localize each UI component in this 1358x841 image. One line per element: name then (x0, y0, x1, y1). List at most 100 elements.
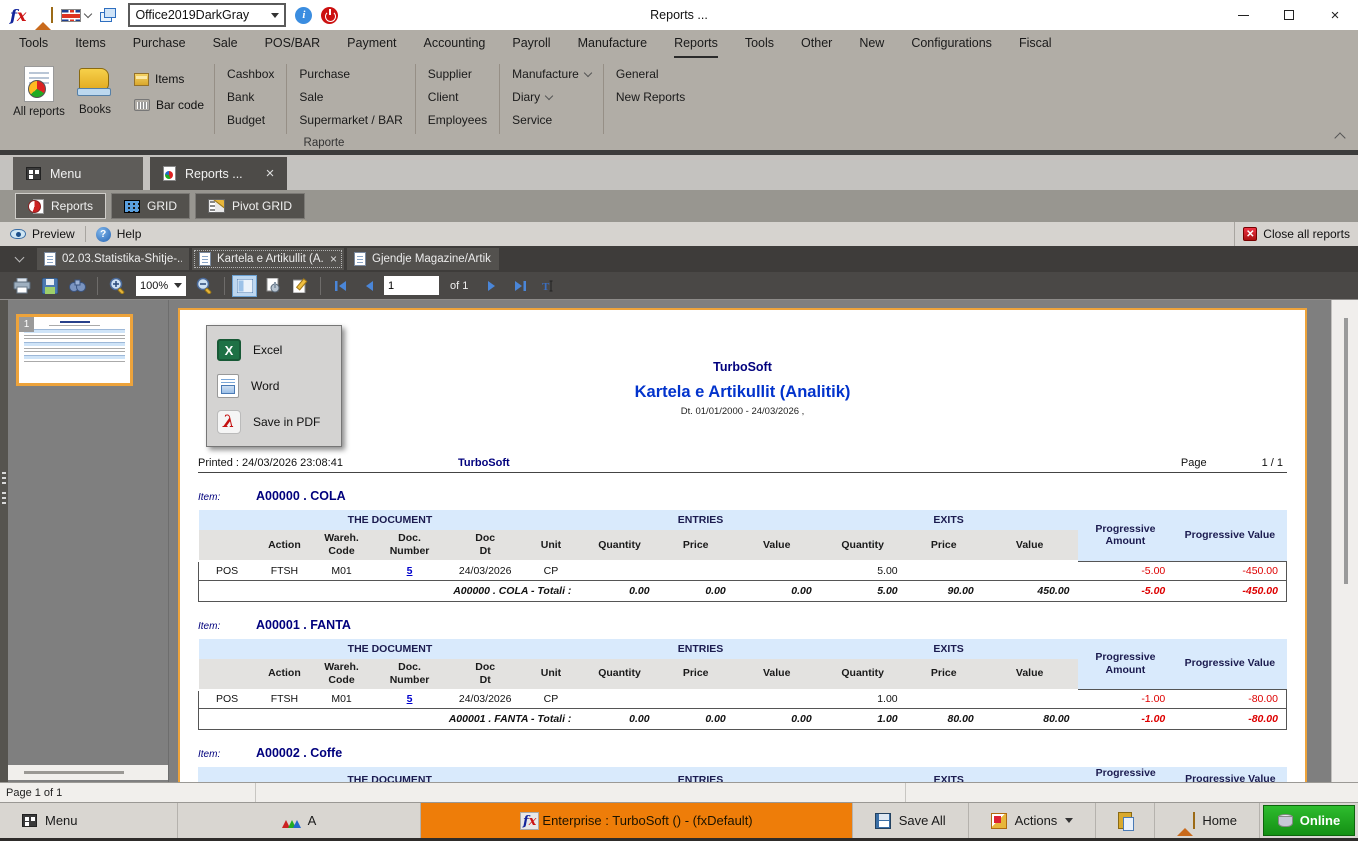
table-total-row: A00000 . COLA - Totali :0.000.000.005.00… (199, 580, 1287, 601)
ribbon-link-bank[interactable]: Bank (227, 90, 274, 104)
help-button[interactable]: ? Help (86, 222, 152, 246)
power-icon[interactable] (321, 7, 338, 24)
report-tab[interactable]: Kartela e Artikullit (A...× (192, 248, 344, 270)
menu-item-tools[interactable]: Tools (745, 30, 774, 58)
ribbon-link-general[interactable]: General (616, 67, 685, 81)
ribbon-collapse-icon[interactable] (1334, 132, 1345, 143)
maximize-button[interactable] (1266, 0, 1312, 30)
thumbnail-horizontal-scrollbar[interactable] (8, 765, 168, 780)
menu-item-other[interactable]: Other (801, 30, 832, 58)
preview-button[interactable]: Preview (0, 222, 85, 246)
previous-page-button[interactable] (356, 275, 381, 297)
edit-button[interactable] (288, 275, 313, 297)
theme-combobox[interactable]: Office2019DarkGray (128, 3, 286, 27)
item-code: A00001 . FANTA (256, 618, 351, 632)
menu-item-configurations[interactable]: Configurations (911, 30, 992, 58)
report-page-container: X Excel Word λ Save in PDF TurboSoft Kar… (169, 300, 1331, 782)
menu-item-purchase[interactable]: Purchase (133, 30, 186, 58)
report-company: TurboSoft (180, 360, 1305, 374)
menu-item-sale[interactable]: Sale (213, 30, 238, 58)
parameters-button[interactable] (260, 275, 285, 297)
menu-item-new[interactable]: New (859, 30, 884, 58)
bottom-menu-button[interactable]: Menu (0, 803, 178, 838)
page-thumbnail[interactable]: 1 (16, 314, 133, 386)
report-tab[interactable]: Gjendje Magazine/Artik... (347, 248, 499, 270)
zoom-level-combobox[interactable]: 100% (136, 276, 186, 296)
thumbnails-toggle-button[interactable] (232, 275, 257, 297)
status-bar: Page 1 of 1 (0, 782, 1358, 802)
menu-item-accounting[interactable]: Accounting (424, 30, 486, 58)
doc-tab-menu[interactable]: Menu (13, 157, 143, 190)
view-tab-pivot-grid[interactable]: Pivot GRID (195, 193, 305, 219)
export-word-item[interactable]: Word (207, 368, 341, 404)
excel-icon: X (217, 339, 241, 361)
ribbon-link-employees[interactable]: Employees (428, 113, 487, 127)
view-tab-grid[interactable]: GRID (111, 193, 190, 219)
home-icon (1177, 813, 1194, 828)
text-select-button[interactable]: T (535, 275, 560, 297)
close-button[interactable]: × (1312, 0, 1358, 30)
export-menu: X Excel Word λ Save in PDF (206, 325, 342, 447)
doc-tab-reports-[interactable]: Reports ...× (150, 157, 287, 190)
online-status-button[interactable]: Online (1263, 805, 1355, 836)
ribbon-link-sale[interactable]: Sale (299, 90, 402, 104)
close-all-reports-button[interactable]: ✕ Close all reports (1234, 222, 1358, 246)
print-button[interactable] (9, 275, 34, 297)
ribbon-link-diary[interactable]: Diary (512, 90, 591, 104)
vertical-scrollbar[interactable] (1331, 300, 1358, 782)
ribbon-link-service[interactable]: Service (512, 113, 591, 127)
zoom-out-button[interactable] (192, 275, 217, 297)
tab-list-chevron-icon[interactable] (15, 253, 25, 263)
ribbon-link-supplier[interactable]: Supplier (428, 67, 487, 81)
menu-item-items[interactable]: Items (75, 30, 106, 58)
ribbon-link-purchase[interactable]: Purchase (299, 67, 402, 81)
close-tab-icon[interactable]: × (330, 252, 337, 266)
language-selector[interactable] (61, 9, 91, 22)
info-icon[interactable]: i (295, 7, 312, 24)
menu-item-manufacture[interactable]: Manufacture (578, 30, 647, 58)
find-button[interactable] (65, 275, 90, 297)
left-splitter[interactable] (0, 300, 8, 782)
items-button[interactable]: Items (134, 72, 204, 86)
clipboard-button[interactable] (1096, 803, 1155, 838)
menu-item-pos-bar[interactable]: POS/BAR (265, 30, 321, 58)
thumbnail-panel: 1 (8, 300, 169, 782)
home-button[interactable]: Home (1155, 803, 1260, 838)
actions-button[interactable]: Actions (969, 803, 1097, 838)
minimize-button[interactable] (1220, 0, 1266, 30)
last-page-button[interactable] (507, 275, 532, 297)
menu-item-tools[interactable]: Tools (19, 30, 48, 58)
save-all-button[interactable]: Save All (853, 803, 969, 838)
grid-icon (124, 200, 140, 213)
menu-item-reports[interactable]: Reports (674, 30, 718, 58)
page-number-input[interactable] (384, 276, 439, 295)
ribbon-link-new-reports[interactable]: New Reports (616, 90, 685, 104)
home-icon[interactable] (35, 8, 52, 23)
item-movements-table: THE DOCUMENTENTRIESEXITSProgressiveAmoun… (198, 767, 1287, 782)
save-button[interactable] (37, 275, 62, 297)
menu-item-fiscal[interactable]: Fiscal (1019, 30, 1052, 58)
export-excel-item[interactable]: X Excel (207, 332, 341, 368)
ribbon-link-budget[interactable]: Budget (227, 113, 274, 127)
menu-item-payment[interactable]: Payment (347, 30, 396, 58)
ribbon-link-manufacture[interactable]: Manufacture (512, 67, 591, 81)
first-page-button[interactable] (328, 275, 353, 297)
fx-badge-icon: fx (520, 812, 539, 830)
zoom-in-button[interactable] (105, 275, 130, 297)
close-tab-icon[interactable]: × (266, 165, 275, 182)
view-tab-reports[interactable]: Reports (15, 193, 106, 219)
menu-item-payroll[interactable]: Payroll (512, 30, 550, 58)
windows-icon[interactable] (100, 8, 117, 23)
ribbon-link-cashbox[interactable]: Cashbox (227, 67, 274, 81)
barcode-button[interactable]: Bar code (134, 98, 204, 112)
report-tab[interactable]: 02.03.Statistika-Shitje-... (37, 248, 189, 270)
uk-flag-icon (61, 9, 81, 22)
ribbon-link-client[interactable]: Client (428, 90, 487, 104)
close-all-label: Close all reports (1263, 227, 1350, 241)
user-button[interactable]: A (178, 803, 421, 838)
ribbon-link-supermarket-bar[interactable]: Supermarket / BAR (299, 113, 402, 127)
page-label: Page (1181, 457, 1207, 469)
next-page-button[interactable] (479, 275, 504, 297)
export-pdf-item[interactable]: λ Save in PDF (207, 404, 341, 440)
splitter-grip-icon (2, 472, 6, 484)
